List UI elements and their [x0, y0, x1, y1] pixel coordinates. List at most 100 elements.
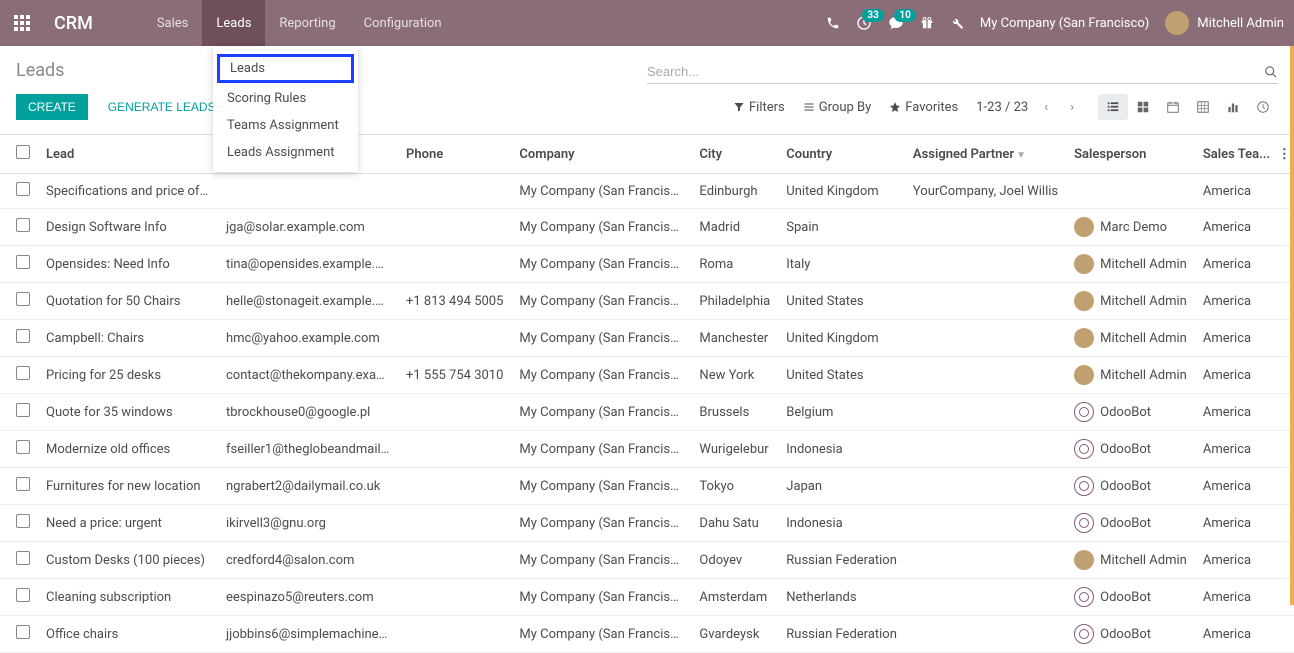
col-country[interactable]: Country [778, 135, 905, 174]
favorites-button[interactable]: Favorites [889, 100, 958, 115]
table-row[interactable]: Modernize old officesfseiller1@theglobea… [0, 431, 1294, 468]
nav-sales[interactable]: Sales [143, 0, 203, 46]
select-all-checkbox[interactable] [16, 145, 30, 159]
cell-partner [905, 468, 1066, 505]
nav-configuration[interactable]: Configuration [350, 0, 456, 46]
row-checkbox[interactable] [16, 551, 30, 565]
view-graph[interactable] [1218, 94, 1248, 120]
row-checkbox[interactable] [16, 588, 30, 602]
salesperson-avatar [1074, 402, 1094, 422]
cell-team: America [1195, 579, 1270, 616]
salesperson-name: Mitchell Admin [1100, 553, 1187, 568]
pager-next[interactable]: › [1064, 98, 1080, 117]
view-pivot[interactable] [1188, 94, 1218, 120]
messages-button[interactable]: 10 [888, 15, 904, 31]
row-checkbox[interactable] [16, 255, 30, 269]
nav-leads[interactable]: Leads [202, 0, 265, 46]
cell-phone [398, 209, 511, 246]
view-activity[interactable] [1248, 94, 1278, 120]
star-icon [889, 101, 901, 113]
row-checkbox[interactable] [16, 477, 30, 491]
dropdown-scoring-rules[interactable]: Scoring Rules [213, 85, 358, 112]
row-checkbox[interactable] [16, 403, 30, 417]
pager-prev[interactable]: ‹ [1038, 98, 1054, 117]
col-sales-team[interactable]: Sales Tea... [1195, 135, 1270, 174]
cell-lead: Need a price: urgent [38, 505, 218, 542]
salesperson-name: Mitchell Admin [1100, 294, 1187, 309]
salesperson-name: Mitchell Admin [1100, 331, 1187, 346]
view-list[interactable] [1098, 94, 1128, 120]
row-checkbox[interactable] [16, 366, 30, 380]
pivot-view-icon [1196, 100, 1210, 114]
company-selector[interactable]: My Company (San Francisco) [980, 16, 1149, 31]
cell-partner [905, 579, 1066, 616]
salesperson-avatar [1074, 254, 1094, 274]
search-input[interactable] [647, 64, 1264, 79]
generate-leads-button[interactable]: GENERATE LEADS [96, 94, 228, 120]
table-row[interactable]: Quote for 35 windowstbrockhouse0@google.… [0, 394, 1294, 431]
nav-reporting[interactable]: Reporting [265, 0, 349, 46]
calendar-view-icon [1166, 100, 1180, 114]
row-checkbox[interactable] [16, 514, 30, 528]
view-kanban[interactable] [1128, 94, 1158, 120]
table-row[interactable]: Office chairsjjobbins6@simplemachines...… [0, 616, 1294, 653]
cell-email: tina@opensides.example.co... [218, 246, 398, 283]
cell-company: My Company (San Francisc... [511, 579, 691, 616]
cell-partner [905, 357, 1066, 394]
cell-email: eespinazo5@reuters.com [218, 579, 398, 616]
table-row[interactable]: Pricing for 25 deskscontact@thekompany.e… [0, 357, 1294, 394]
tools-button[interactable] [950, 16, 964, 30]
cell-city: Philadelphia [691, 283, 778, 320]
table-row[interactable]: Custom Desks (100 pieces)credford4@salon… [0, 542, 1294, 579]
row-checkbox[interactable] [16, 182, 30, 196]
row-checkbox[interactable] [16, 292, 30, 306]
col-assigned-partner[interactable]: Assigned Partner▼ [905, 135, 1066, 174]
create-button[interactable]: CREATE [16, 94, 88, 120]
search-icon[interactable] [1264, 65, 1278, 79]
table-row[interactable]: Specifications and price of y...My Compa… [0, 174, 1294, 209]
cell-email: contact@thekompany.exam... [218, 357, 398, 394]
cell-phone [398, 616, 511, 653]
gift-button[interactable] [920, 16, 934, 30]
activity-view-icon [1256, 100, 1270, 114]
activity-button[interactable]: 33 [856, 15, 872, 31]
view-calendar[interactable] [1158, 94, 1188, 120]
col-company[interactable]: Company [511, 135, 691, 174]
search-box[interactable] [647, 60, 1278, 84]
table-row[interactable]: Quotation for 50 Chairshelle@stonageit.e… [0, 283, 1294, 320]
row-checkbox[interactable] [16, 218, 30, 232]
col-city[interactable]: City [691, 135, 778, 174]
cell-company: My Company (San Francisc... [511, 394, 691, 431]
user-menu[interactable]: Mitchell Admin [1165, 11, 1284, 35]
dropdown-leads[interactable]: Leads [217, 54, 354, 83]
col-salesperson[interactable]: Salesperson [1066, 135, 1195, 174]
apps-button[interactable] [10, 11, 34, 35]
cell-email: ikirvell3@gnu.org [218, 505, 398, 542]
group-by-button[interactable]: Group By [803, 100, 872, 115]
table-row[interactable]: Design Software Infojga@solar.example.co… [0, 209, 1294, 246]
dropdown-teams-assignment[interactable]: Teams Assignment [213, 112, 358, 139]
cell-phone [398, 174, 511, 209]
table-row[interactable]: Furnitures for new locationngrabert2@dai… [0, 468, 1294, 505]
table-row[interactable]: Opensides: Need Infotina@opensides.examp… [0, 246, 1294, 283]
brand[interactable]: CRM [54, 13, 93, 34]
cell-team: America [1195, 542, 1270, 579]
leads-table: Lead Email Phone Company City Country As… [0, 135, 1294, 653]
col-phone[interactable]: Phone [398, 135, 511, 174]
row-checkbox[interactable] [16, 625, 30, 639]
cell-partner [905, 320, 1066, 357]
salesperson-name: OdooBot [1100, 479, 1151, 494]
dropdown-leads-assignment[interactable]: Leads Assignment [213, 139, 358, 166]
controls-row: CREATE GENERATE LEADS Filters Group By F… [0, 84, 1294, 134]
cell-company: My Company (San Francisc... [511, 174, 691, 209]
cell-partner [905, 283, 1066, 320]
table-row[interactable]: Need a price: urgentikirvell3@gnu.orgMy … [0, 505, 1294, 542]
filters-button[interactable]: Filters [733, 100, 785, 115]
phone-button[interactable] [826, 16, 840, 30]
row-checkbox[interactable] [16, 329, 30, 343]
table-row[interactable]: Campbell: Chairshmc@yahoo.example.comMy … [0, 320, 1294, 357]
row-checkbox[interactable] [16, 440, 30, 454]
table-row[interactable]: Cleaning subscriptioneespinazo5@reuters.… [0, 579, 1294, 616]
cell-lead: Campbell: Chairs [38, 320, 218, 357]
col-lead[interactable]: Lead [38, 135, 218, 174]
